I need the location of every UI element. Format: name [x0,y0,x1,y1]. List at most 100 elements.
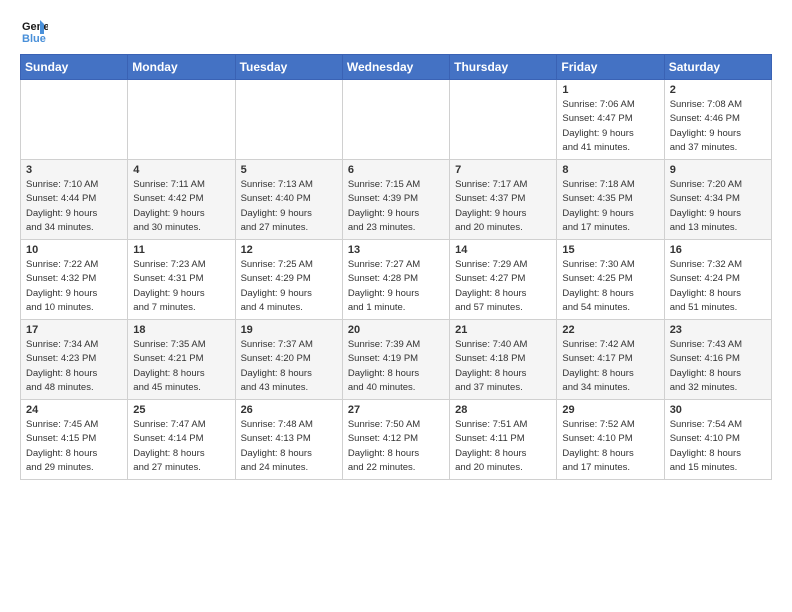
day-number: 17 [26,324,122,336]
day-number: 14 [455,244,551,256]
day-info: Sunrise: 7:13 AM Sunset: 4:40 PM Dayligh… [241,178,337,235]
weekday-header-friday: Friday [557,55,664,80]
day-info: Sunrise: 7:43 AM Sunset: 4:16 PM Dayligh… [670,338,766,395]
day-info: Sunrise: 7:39 AM Sunset: 4:19 PM Dayligh… [348,338,444,395]
day-info: Sunrise: 7:48 AM Sunset: 4:13 PM Dayligh… [241,418,337,475]
day-number: 16 [670,244,766,256]
day-info: Sunrise: 7:32 AM Sunset: 4:24 PM Dayligh… [670,258,766,315]
day-info: Sunrise: 7:29 AM Sunset: 4:27 PM Dayligh… [455,258,551,315]
day-info: Sunrise: 7:10 AM Sunset: 4:44 PM Dayligh… [26,178,122,235]
calendar-header-row: SundayMondayTuesdayWednesdayThursdayFrid… [21,55,772,80]
day-number: 4 [133,164,229,176]
day-info: Sunrise: 7:37 AM Sunset: 4:20 PM Dayligh… [241,338,337,395]
calendar-cell: 16 Sunrise: 7:32 AM Sunset: 4:24 PM Dayli… [664,240,771,320]
day-number: 7 [455,164,551,176]
day-number: 13 [348,244,444,256]
calendar-cell: 11 Sunrise: 7:23 AM Sunset: 4:31 PM Dayli… [128,240,235,320]
calendar-cell: 26Sunrise: 7:48 AM Sunset: 4:13 PM Dayli… [235,400,342,480]
day-info: Sunrise: 7:30 AM Sunset: 4:25 PM Dayligh… [562,258,658,315]
day-number: 30 [670,404,766,416]
day-number: 2 [670,84,766,96]
calendar-cell: 2Sunrise: 7:08 AM Sunset: 4:46 PM Daylig… [664,80,771,160]
day-number: 1 [562,84,658,96]
day-number: 5 [241,164,337,176]
calendar-cell: 12Sunrise: 7:25 AM Sunset: 4:29 PM Dayli… [235,240,342,320]
day-info: Sunrise: 7:51 AM Sunset: 4:11 PM Dayligh… [455,418,551,475]
day-info: Sunrise: 7:40 AM Sunset: 4:18 PM Dayligh… [455,338,551,395]
calendar-cell: 1 Sunrise: 7:06 AM Sunset: 4:47 PM Daylig… [557,80,664,160]
weekday-header-monday: Monday [128,55,235,80]
calendar-cell: 30 Sunrise: 7:54 AM Sunset: 4:10 PM Dayli… [664,400,771,480]
calendar-cell: 20 Sunrise: 7:39 AM Sunset: 4:19 PM Dayli… [342,320,449,400]
calendar-cell [21,80,128,160]
calendar-cell: 15 Sunrise: 7:30 AM Sunset: 4:25 PM Dayli… [557,240,664,320]
calendar-cell: 9 Sunrise: 7:20 AM Sunset: 4:34 PM Daylig… [664,160,771,240]
calendar-cell: 3 Sunrise: 7:10 AM Sunset: 4:44 PM Daylig… [21,160,128,240]
calendar-week-5: 24 Sunrise: 7:45 AM Sunset: 4:15 PM Dayli… [21,400,772,480]
calendar-cell: 25 Sunrise: 7:47 AM Sunset: 4:14 PM Dayli… [128,400,235,480]
calendar-cell: 4Sunrise: 7:11 AM Sunset: 4:42 PM Daylig… [128,160,235,240]
calendar-cell: 29Sunrise: 7:52 AM Sunset: 4:10 PM Dayli… [557,400,664,480]
calendar-cell: 13 Sunrise: 7:27 AM Sunset: 4:28 PM Dayli… [342,240,449,320]
day-number: 15 [562,244,658,256]
day-number: 25 [133,404,229,416]
day-number: 23 [670,324,766,336]
logo-icon: General Blue [20,16,48,44]
calendar-week-2: 3 Sunrise: 7:10 AM Sunset: 4:44 PM Daylig… [21,160,772,240]
day-info: Sunrise: 7:25 AM Sunset: 4:29 PM Dayligh… [241,258,337,315]
day-number: 3 [26,164,122,176]
day-info: Sunrise: 7:15 AM Sunset: 4:39 PM Dayligh… [348,178,444,235]
calendar-cell: 27 Sunrise: 7:50 AM Sunset: 4:12 PM Dayli… [342,400,449,480]
calendar-cell: 17 Sunrise: 7:34 AM Sunset: 4:23 PM Dayli… [21,320,128,400]
day-info: Sunrise: 7:35 AM Sunset: 4:21 PM Dayligh… [133,338,229,395]
day-info: Sunrise: 7:23 AM Sunset: 4:31 PM Dayligh… [133,258,229,315]
day-number: 8 [562,164,658,176]
day-info: Sunrise: 7:27 AM Sunset: 4:28 PM Dayligh… [348,258,444,315]
day-info: Sunrise: 7:22 AM Sunset: 4:32 PM Dayligh… [26,258,122,315]
day-info: Sunrise: 7:34 AM Sunset: 4:23 PM Dayligh… [26,338,122,395]
calendar-cell: 10 Sunrise: 7:22 AM Sunset: 4:32 PM Dayli… [21,240,128,320]
day-info: Sunrise: 7:45 AM Sunset: 4:15 PM Dayligh… [26,418,122,475]
calendar-cell [128,80,235,160]
weekday-header-thursday: Thursday [450,55,557,80]
calendar-cell [342,80,449,160]
calendar-cell: 7Sunrise: 7:17 AM Sunset: 4:37 PM Daylig… [450,160,557,240]
calendar-cell: 24 Sunrise: 7:45 AM Sunset: 4:15 PM Dayli… [21,400,128,480]
day-info: Sunrise: 7:50 AM Sunset: 4:12 PM Dayligh… [348,418,444,475]
calendar-cell: 23 Sunrise: 7:43 AM Sunset: 4:16 PM Dayli… [664,320,771,400]
day-number: 27 [348,404,444,416]
day-number: 20 [348,324,444,336]
calendar-cell [235,80,342,160]
day-number: 6 [348,164,444,176]
weekday-header-tuesday: Tuesday [235,55,342,80]
day-number: 11 [133,244,229,256]
day-info: Sunrise: 7:42 AM Sunset: 4:17 PM Dayligh… [562,338,658,395]
calendar-cell: 8 Sunrise: 7:18 AM Sunset: 4:35 PM Daylig… [557,160,664,240]
day-info: Sunrise: 7:18 AM Sunset: 4:35 PM Dayligh… [562,178,658,235]
day-number: 29 [562,404,658,416]
day-number: 10 [26,244,122,256]
calendar-week-1: 1 Sunrise: 7:06 AM Sunset: 4:47 PM Daylig… [21,80,772,160]
day-number: 21 [455,324,551,336]
day-number: 9 [670,164,766,176]
calendar-cell: 19Sunrise: 7:37 AM Sunset: 4:20 PM Dayli… [235,320,342,400]
calendar-cell: 28Sunrise: 7:51 AM Sunset: 4:11 PM Dayli… [450,400,557,480]
svg-text:Blue: Blue [22,33,46,44]
page: General Blue SundayMondayTuesdayWednesda… [0,0,792,612]
calendar-table: SundayMondayTuesdayWednesdayThursdayFrid… [20,54,772,480]
weekday-header-sunday: Sunday [21,55,128,80]
calendar-cell [450,80,557,160]
day-info: Sunrise: 7:47 AM Sunset: 4:14 PM Dayligh… [133,418,229,475]
calendar-week-4: 17 Sunrise: 7:34 AM Sunset: 4:23 PM Dayli… [21,320,772,400]
day-number: 18 [133,324,229,336]
calendar-cell: 5 Sunrise: 7:13 AM Sunset: 4:40 PM Daylig… [235,160,342,240]
calendar-cell: 22Sunrise: 7:42 AM Sunset: 4:17 PM Dayli… [557,320,664,400]
weekday-header-saturday: Saturday [664,55,771,80]
day-info: Sunrise: 7:20 AM Sunset: 4:34 PM Dayligh… [670,178,766,235]
day-info: Sunrise: 7:54 AM Sunset: 4:10 PM Dayligh… [670,418,766,475]
svg-text:General: General [22,21,48,33]
day-number: 24 [26,404,122,416]
day-info: Sunrise: 7:06 AM Sunset: 4:47 PM Dayligh… [562,98,658,155]
calendar-cell: 18 Sunrise: 7:35 AM Sunset: 4:21 PM Dayli… [128,320,235,400]
calendar-cell: 21 Sunrise: 7:40 AM Sunset: 4:18 PM Dayli… [450,320,557,400]
